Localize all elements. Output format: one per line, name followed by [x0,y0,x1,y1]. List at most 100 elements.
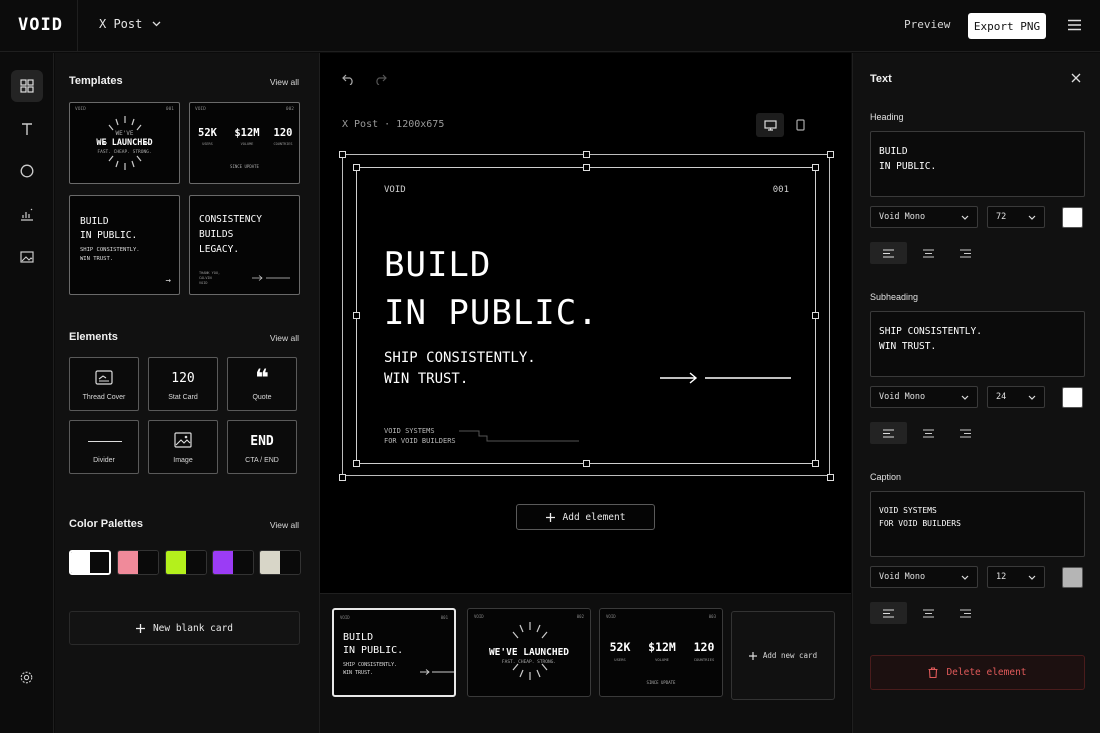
template-subtitle: FAST. CHEAP. STRONG. [97,150,152,155]
stat-block: 52K USERS [198,127,217,146]
desktop-view-button[interactable] [756,113,784,137]
heading-size-select[interactable]: 72 [987,206,1045,228]
rail-shapes-button[interactable] [11,155,43,187]
align-center-button[interactable] [910,422,947,444]
caption-font-select[interactable]: Void Mono [870,566,978,588]
card-number: 001 [772,185,789,195]
rail-charts-button[interactable] [11,198,43,230]
hamburger-menu-icon[interactable] [1068,19,1081,31]
element-label: Thread Cover [82,394,126,401]
trash-icon [928,667,938,678]
element-label: Divider [93,457,115,464]
card-heading[interactable]: BUILD IN PUBLIC. [384,241,599,337]
resize-handle[interactable] [583,151,590,158]
resize-handle[interactable] [812,312,819,319]
subheading-color-swatch[interactable] [1062,387,1083,408]
quote-icon: ❝ [254,365,270,392]
element-thread-cover[interactable]: Thread Cover [69,357,139,411]
palette-swatch[interactable] [69,550,111,575]
palette-swatch[interactable] [259,550,301,575]
close-icon[interactable] [1071,73,1081,83]
resize-handle[interactable] [339,151,346,158]
mobile-view-button[interactable] [786,113,814,137]
heading-font-select[interactable]: Void Mono [870,206,978,228]
resize-handle[interactable] [583,460,590,467]
align-left-icon [883,248,894,258]
new-blank-label: New blank card [152,622,234,634]
resize-handle[interactable] [827,151,834,158]
format-select[interactable]: X Post [99,17,161,31]
add-new-card-button[interactable]: Add new card [731,611,835,700]
palette-swatch[interactable] [212,550,254,575]
resize-handle[interactable] [353,164,360,171]
delete-element-button[interactable]: Delete element [870,655,1085,690]
heading-color-swatch[interactable] [1062,207,1083,228]
resize-handle[interactable] [353,312,360,319]
template-number: 002 [285,107,294,112]
subheading-size-select[interactable]: 24 [987,386,1045,408]
redo-icon[interactable] [374,74,387,85]
element-stat-card[interactable]: 120 Stat Card [148,357,218,411]
palette-swatch[interactable] [165,550,207,575]
card-caption[interactable]: VOID SYSTEMS FOR VOID BUILDERS [384,426,456,446]
resize-handle[interactable] [827,474,834,481]
element-image[interactable]: Image [148,420,218,474]
resize-handle[interactable] [812,164,819,171]
chevron-down-icon [961,575,969,580]
stat-block: 120 COUNTRIES [693,640,715,662]
resize-handle[interactable] [353,460,360,467]
template-card-consistency[interactable]: CONSISTENCY BUILDS LEGACY. THANK YOU, CA… [189,195,300,295]
palettes-view-all-link[interactable]: View all [270,520,299,530]
delete-element-label: Delete element [946,667,1027,678]
align-right-button[interactable] [947,242,984,264]
element-quote[interactable]: ❝ Quote [227,357,297,411]
template-card-stats[interactable]: VOID 002 52K USERS $12M VOLUME 120 COUNT… [189,102,300,184]
social-card[interactable]: VOID 001 BUILD IN PUBLIC. SHIP CONSISTEN… [353,164,819,467]
templates-view-all-link[interactable]: View all [270,77,299,87]
heading-textarea[interactable]: BUILD IN PUBLIC. [870,131,1085,197]
resize-handle[interactable] [812,460,819,467]
caption-size-select[interactable]: 12 [987,566,1045,588]
chevron-down-icon [1028,215,1036,220]
align-left-button[interactable] [870,602,907,624]
align-left-button[interactable] [870,242,907,264]
align-left-button[interactable] [870,422,907,444]
export-png-button[interactable]: Export PNG [968,13,1046,39]
template-card-build[interactable]: BUILD IN PUBLIC. SHIP CONSISTENTLY. WIN … [69,195,180,295]
template-title: CONSISTENCY BUILDS LEGACY. [199,214,262,255]
align-center-icon [923,428,934,438]
thumb-brand: VOID [340,615,350,620]
subheading-textarea[interactable]: SHIP CONSISTENTLY. WIN TRUST. [870,311,1085,377]
palette-swatch[interactable] [117,550,159,575]
new-blank-card-button[interactable]: New blank card [69,611,300,645]
caption-color-swatch[interactable] [1062,567,1083,588]
undo-icon[interactable] [342,74,355,85]
subheading-font-select[interactable]: Void Mono [870,386,978,408]
rail-text-button[interactable] [11,113,43,145]
add-element-button[interactable]: Add element [516,504,655,530]
align-center-button[interactable] [910,242,947,264]
arrow-right-icon: → [165,276,171,286]
card-thumbnail-3[interactable]: VOID 003 52K USERS $12M VOLUME 120 COUNT… [599,608,723,697]
template-card-launched[interactable]: VOID 001 WE'VE WE LAUNCHED FAST. CHEAP. … [69,102,180,184]
resize-handle[interactable] [339,474,346,481]
card-thumbnail-1[interactable]: VOID 001 BUILD IN PUBLIC. SHIP CONSISTEN… [332,608,456,697]
caption-textarea[interactable]: VOID SYSTEMS FOR VOID BUILDERS [870,491,1085,557]
card-thumbnail-2[interactable]: VOID 002 WE'VE LAUNCHED FAST. CHEAP. STR… [467,608,591,697]
align-right-button[interactable] [947,422,984,444]
rail-templates-button[interactable] [11,70,43,102]
size-value: 24 [996,392,1007,402]
element-cta-end[interactable]: END CTA / END [227,420,297,474]
settings-icon[interactable] [19,670,34,685]
align-right-button[interactable] [947,602,984,624]
card-filmstrip: VOID 001 BUILD IN PUBLIC. SHIP CONSISTEN… [320,593,851,733]
elements-view-all-link[interactable]: View all [270,333,299,343]
resize-handle[interactable] [583,164,590,171]
preview-button[interactable]: Preview [904,18,950,31]
rail-images-button[interactable] [11,241,43,273]
caption-align-group [870,602,990,624]
card-subheading[interactable]: SHIP CONSISTENTLY. WIN TRUST. [384,348,536,390]
align-center-button[interactable] [910,602,947,624]
element-divider[interactable]: Divider [69,420,139,474]
mobile-icon [795,119,805,131]
